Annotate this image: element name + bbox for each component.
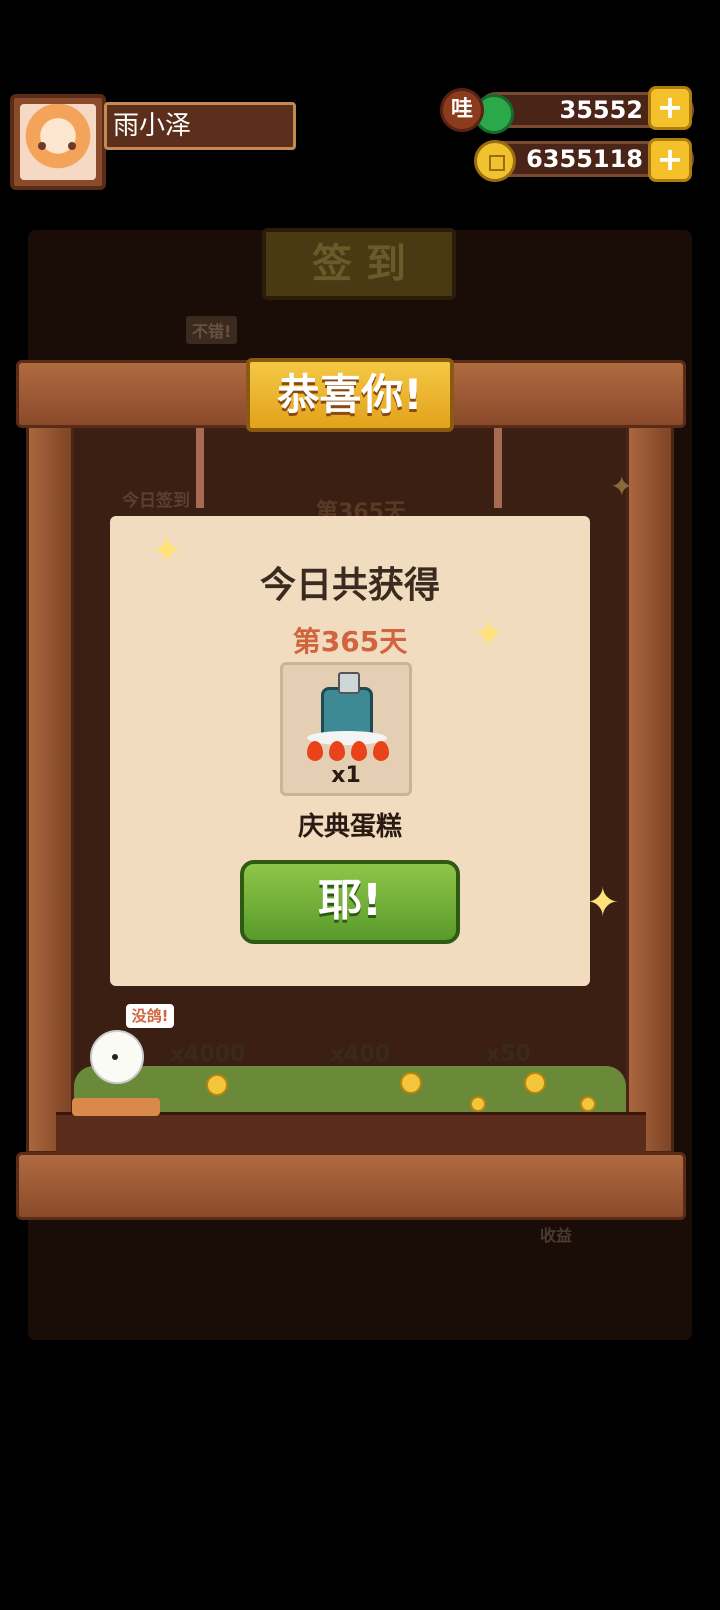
congrats-banner: 恭喜你!	[246, 358, 454, 432]
frame-beam-bottom	[16, 1152, 686, 1220]
flower-icon	[524, 1072, 546, 1094]
flower-icon	[580, 1096, 596, 1112]
background-speech: 不错!	[186, 316, 238, 344]
frame-post-left	[26, 424, 74, 1154]
player-name: 雨小泽	[104, 102, 296, 150]
side-label[interactable]: 收益	[540, 1222, 572, 1246]
chick-speech-bubble: 没鸽!	[126, 1004, 174, 1028]
chick-mascot[interactable]	[90, 1030, 144, 1084]
reward-card: x1	[280, 662, 412, 796]
sparkle-icon: ✦	[150, 528, 184, 574]
wa-badge[interactable]: 哇	[440, 88, 484, 132]
confirm-button[interactable]: 耶!	[240, 860, 460, 944]
coin-icon	[474, 140, 516, 182]
reward-count-2: x400	[330, 1042, 391, 1067]
sparkle-icon: ✦	[472, 612, 506, 658]
perch	[72, 1098, 160, 1116]
flame-icon	[307, 741, 323, 761]
flame-icon	[329, 741, 345, 761]
day-label: 第365天	[292, 625, 408, 658]
add-coins-button[interactable]: +	[648, 138, 692, 182]
reward-count-3: x50	[486, 1042, 531, 1067]
flame-icon	[351, 741, 367, 761]
frame-post-right	[626, 424, 674, 1154]
reward-name: 庆典蛋糕	[297, 812, 402, 842]
reward-count-1: x4000	[170, 1042, 246, 1067]
sparkle-icon: ✦	[586, 880, 620, 926]
sparkle-icon: ✦	[610, 470, 634, 503]
reward-quantity: x1	[331, 763, 361, 788]
checkin-title: 签 到	[262, 228, 456, 300]
rope-left	[196, 428, 204, 508]
rope-right	[494, 428, 502, 508]
avatar	[20, 104, 96, 180]
flower-icon	[400, 1072, 422, 1094]
flame-icon	[373, 741, 389, 761]
add-jade-button[interactable]: +	[648, 86, 692, 130]
today-label: 今日签到	[122, 491, 190, 511]
player-avatar-frame[interactable]	[10, 94, 106, 190]
flower-icon	[470, 1096, 486, 1112]
flower-icon	[206, 1074, 228, 1096]
